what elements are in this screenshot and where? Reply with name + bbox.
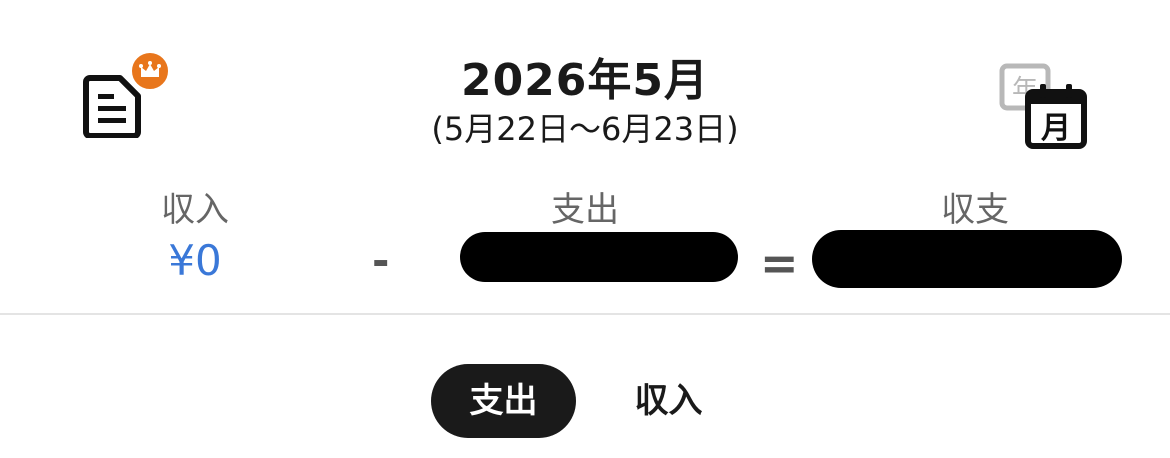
income-label: 収入 xyxy=(161,190,229,230)
calendar-view-toggle[interactable]: 年 月 xyxy=(996,62,1092,152)
expense-value-redacted xyxy=(460,232,738,282)
month-title[interactable]: 2026年5月 xyxy=(0,44,1170,108)
minus-sign: - xyxy=(372,236,390,285)
income-value: ¥0 xyxy=(168,236,222,285)
calendar-month-glyph: 月 xyxy=(1041,111,1071,146)
equals-sign: = xyxy=(760,236,799,290)
balance-value-redacted xyxy=(812,230,1122,288)
period-range: (5月22日〜6月23日) xyxy=(431,110,739,148)
divider xyxy=(0,313,1170,315)
balance-label: 収支 xyxy=(941,190,1009,230)
expense-label: 支出 xyxy=(551,190,619,230)
tab-income[interactable]: 収入 xyxy=(596,364,741,438)
calendar-month-icon: 年 月 xyxy=(999,63,1087,149)
tab-expense[interactable]: 支出 xyxy=(431,364,576,438)
